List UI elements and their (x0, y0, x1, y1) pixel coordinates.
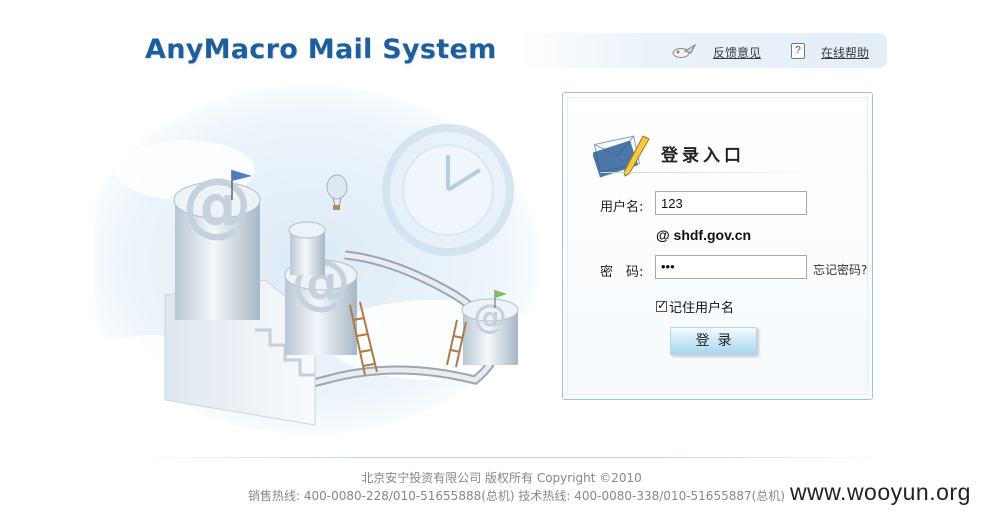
mail-castle-illustration: @ @ @ (95, 85, 545, 435)
feedback-link[interactable]: 反馈意见 (713, 44, 761, 61)
hotline-text: 销售热线: 400-0080-228/010-51655888(总机) 技术热线… (248, 489, 785, 503)
username-input[interactable] (655, 191, 807, 215)
app-logo: AnyMacro Mail System (145, 34, 497, 65)
feedback-icon (672, 43, 697, 58)
password-label: 密 码: (600, 265, 644, 280)
forgot-password-link[interactable]: 忘记密码? (813, 261, 867, 278)
online-help-link[interactable]: 在线帮助 (821, 44, 869, 61)
password-input[interactable]: ••• (655, 255, 807, 279)
watermark: www.wooyun.org (790, 479, 971, 505)
login-page: AnyMacro Mail System 反馈意见 ? 在线帮助 @ @ @ 登… (0, 0, 997, 520)
help-icon: ? (791, 43, 805, 59)
remember-label: 记住用户名 (669, 301, 735, 316)
login-button[interactable]: 登录 (670, 327, 757, 355)
login-title: 登录入口 (661, 146, 745, 166)
remember-username[interactable]: 记住用户名 (656, 297, 734, 316)
username-label: 用户名: (600, 200, 644, 215)
svg-text:@: @ (473, 297, 507, 337)
title-divider (600, 172, 830, 173)
remember-checkbox[interactable] (656, 298, 667, 312)
mail-domain: @ shdf.gov.cn (656, 227, 752, 243)
footer-divider (130, 457, 890, 458)
